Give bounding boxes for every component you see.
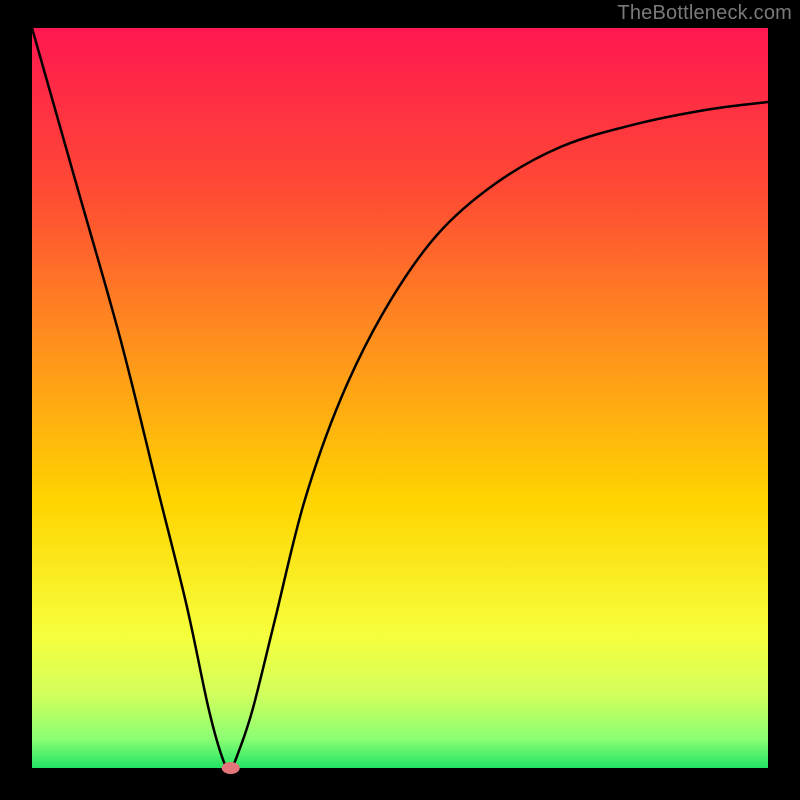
bottleneck-chart <box>0 0 800 800</box>
watermark-label: TheBottleneck.com <box>617 2 792 25</box>
optimum-marker <box>222 762 240 774</box>
chart-frame: TheBottleneck.com <box>0 0 800 800</box>
plot-background <box>32 28 768 768</box>
